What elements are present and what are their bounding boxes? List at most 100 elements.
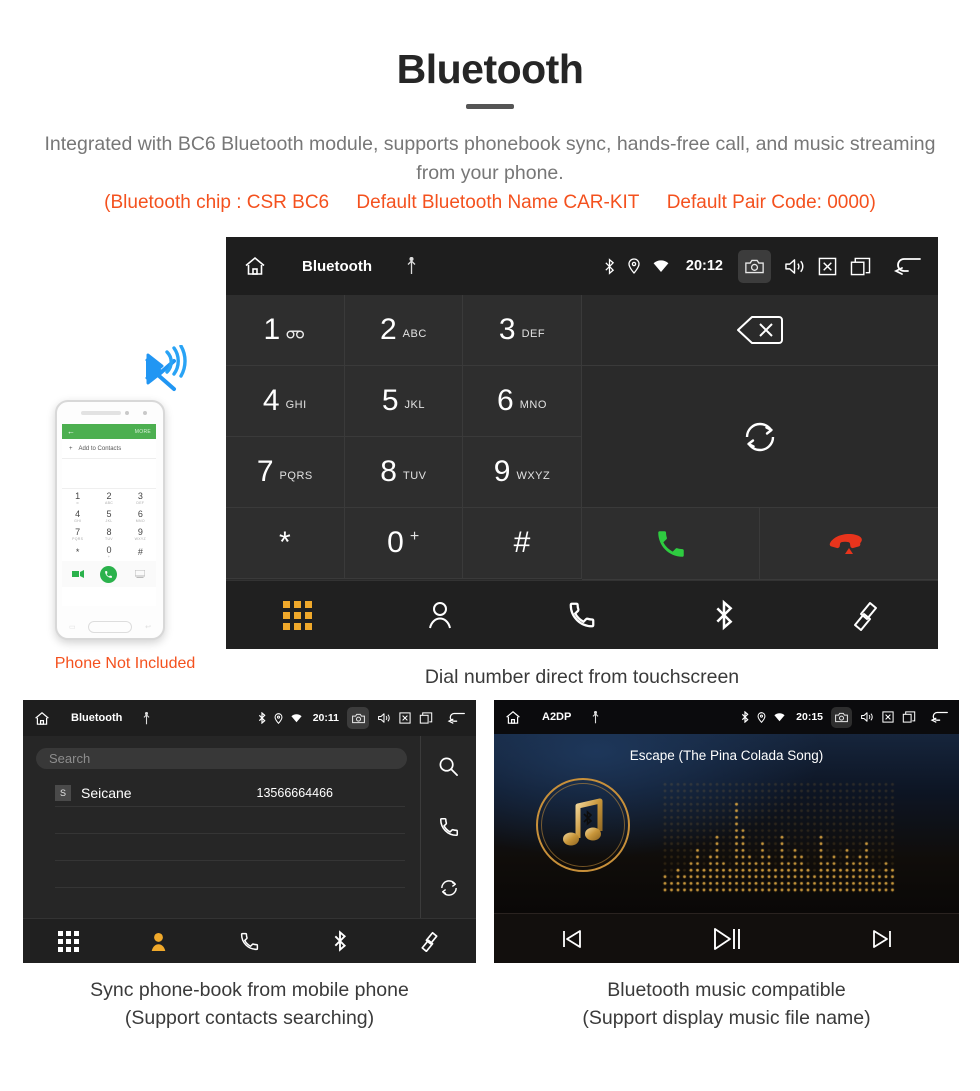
recent-apps-icon[interactable] <box>902 711 916 723</box>
phone-action-row <box>62 561 156 587</box>
nav-call-history-button[interactable] <box>204 931 295 952</box>
phone-more-button: MORE <box>134 428 151 435</box>
nav-contacts-button[interactable] <box>114 931 205 952</box>
recent-apps-icon[interactable] <box>419 712 433 724</box>
phone-key-digit: 3 <box>137 491 143 501</box>
home-icon[interactable] <box>504 709 522 726</box>
phone-camera-dot <box>143 411 147 415</box>
camera-icon[interactable] <box>738 249 771 283</box>
phone-key-sublabel: TUV <box>105 537 113 541</box>
location-icon <box>757 711 766 723</box>
plus-icon: + <box>69 445 73 452</box>
key-0[interactable]: 0 + <box>344 508 464 579</box>
home-icon[interactable] <box>242 254 268 278</box>
audio-spectrum-visualizer <box>662 782 896 894</box>
key-sublabel: TUV <box>402 470 427 482</box>
back-arrow-icon[interactable] <box>929 710 949 724</box>
key-7[interactable]: 7 PQRS <box>226 437 345 508</box>
backspace-key[interactable] <box>582 295 938 366</box>
nav-link-button[interactable] <box>385 930 476 952</box>
nav-call-history-button[interactable] <box>511 600 653 630</box>
phone-key-sublabel: WXYZ <box>134 537 146 541</box>
music-note-bluetooth-icon <box>558 798 610 852</box>
volume-icon[interactable] <box>860 711 874 723</box>
key-2[interactable]: 2 ABC <box>344 295 464 366</box>
recent-apps-icon[interactable] <box>850 257 871 276</box>
music-status-bar: A2DP 20:15 <box>494 700 959 734</box>
backspace-icon <box>734 314 786 346</box>
phone-key-digit: 7 <box>75 527 81 537</box>
phone-app-bar: ← MORE <box>62 424 156 439</box>
call-answer-icon <box>654 527 688 561</box>
home-icon[interactable] <box>33 710 51 727</box>
key-8[interactable]: 8 TUV <box>344 437 464 508</box>
key-5[interactable]: 5 JKL <box>344 366 464 437</box>
phone-key-4: 4 GHI <box>62 507 93 525</box>
nav-keypad-button[interactable] <box>23 930 114 952</box>
search-input[interactable]: Search <box>36 748 407 769</box>
volume-icon[interactable] <box>377 712 391 724</box>
key-sublabel: DEF <box>521 328 546 340</box>
phone-key-hash: # <box>125 543 156 561</box>
key-6[interactable]: 6 MNO <box>463 366 582 437</box>
back-arrow-icon[interactable] <box>446 711 466 725</box>
call-history-icon <box>567 600 597 630</box>
music-title: A2DP <box>542 711 572 723</box>
bluetooth-icon <box>258 712 266 724</box>
close-box-icon[interactable] <box>882 711 894 723</box>
table-row[interactable]: S Seicane 13566664466 <box>55 780 405 807</box>
camera-icon[interactable] <box>347 707 369 729</box>
phone-back-icon: ← <box>67 427 75 436</box>
nav-link-button[interactable] <box>796 599 938 631</box>
table-row-empty <box>55 861 405 888</box>
call-history-icon[interactable] <box>438 816 460 838</box>
key-9[interactable]: 9 WXYZ <box>463 437 582 508</box>
sync-icon[interactable] <box>438 877 460 899</box>
key-digit: 2 <box>379 313 397 346</box>
volume-icon[interactable] <box>784 257 805 276</box>
phonebook-body: Search S Seicane 13566664466 <box>23 736 476 918</box>
phonebook-contact-list: Search S Seicane 13566664466 <box>23 736 421 918</box>
key-1[interactable]: 1 <box>226 295 345 366</box>
phone-key-digit: 2 <box>106 491 112 501</box>
dialer-caption: Dial number direct from touchscreen <box>424 666 740 688</box>
phone-sensor-dot <box>125 411 129 415</box>
usb-icon <box>405 257 418 275</box>
key-star[interactable]: * <box>226 508 345 579</box>
search-icon[interactable] <box>438 756 459 777</box>
sync-key[interactable] <box>582 366 938 508</box>
phone-key-digit: 8 <box>106 527 112 537</box>
phone-key-digit: # <box>137 547 143 557</box>
nav-contacts-button[interactable] <box>368 600 510 630</box>
nav-bluetooth-button[interactable] <box>295 930 386 952</box>
key-3[interactable]: 3 DEF <box>463 295 582 366</box>
key-digit: 8 <box>380 455 397 488</box>
close-box-icon[interactable] <box>818 257 837 276</box>
phonebook-caption: Sync phone-book from mobile phone (Suppo… <box>23 976 476 1032</box>
key-digit: 9 <box>493 455 511 488</box>
hangup-button[interactable] <box>760 508 938 580</box>
phone-call-button <box>100 565 118 583</box>
camera-icon[interactable] <box>831 706 852 728</box>
phone-key-7: 7 PQRS <box>62 525 93 543</box>
phone-key-5: 5 JKL <box>93 507 124 525</box>
next-button[interactable] <box>804 928 959 950</box>
phone-key-digit: 4 <box>75 509 81 519</box>
video-call-icon <box>71 570 84 578</box>
nav-keypad-button[interactable] <box>226 600 368 630</box>
key-hash[interactable]: # <box>463 508 582 579</box>
spec-note-paircode: Default Pair Code: 0000) <box>666 192 876 213</box>
play-pause-button[interactable] <box>649 926 804 952</box>
keypad-icon <box>57 930 79 952</box>
phone-key-6: 6 MNO <box>125 507 156 525</box>
key-4[interactable]: 4 GHI <box>226 366 345 437</box>
phone-mockup: ← MORE + Add to Contacts 1 ∞ 2 ABC 3 DEF 4 GHI 5… <box>55 400 165 640</box>
phone-key-3: 3 DEF <box>125 489 156 507</box>
close-box-icon[interactable] <box>399 712 411 724</box>
dialer-clock: 20:12 <box>685 258 723 274</box>
call-end-icon <box>829 531 869 557</box>
back-arrow-icon[interactable] <box>892 255 922 277</box>
call-button[interactable] <box>582 508 760 580</box>
nav-bluetooth-button[interactable] <box>653 599 795 631</box>
prev-button[interactable] <box>494 928 649 950</box>
